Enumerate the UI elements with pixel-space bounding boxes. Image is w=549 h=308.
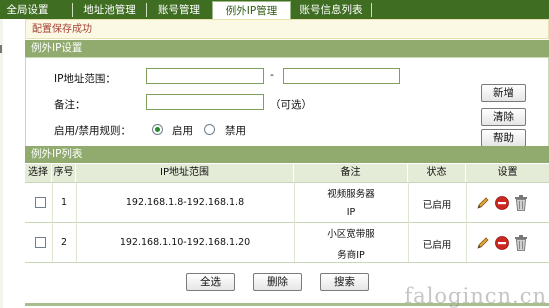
disable-label: 禁用 bbox=[225, 125, 246, 137]
disable-icon[interactable] bbox=[494, 235, 510, 251]
remark-label: 备注： bbox=[54, 99, 86, 111]
col-header-remark: 备注 bbox=[294, 164, 408, 182]
row-remark-line2: IP bbox=[346, 207, 356, 218]
column-divider bbox=[52, 182, 53, 262]
col-header-ip-range: IP地址范围 bbox=[76, 164, 294, 182]
table-bottom-border bbox=[25, 262, 549, 263]
row-ip-range: 192.168.1.10-192.168.1.20 bbox=[119, 237, 251, 248]
row-ip-range: 192.168.1.8-192.168.1.8 bbox=[125, 197, 245, 208]
column-divider bbox=[76, 182, 77, 262]
disable-icon[interactable] bbox=[494, 195, 510, 211]
edge-tick bbox=[0, 45, 2, 53]
delete-icon[interactable] bbox=[513, 194, 529, 212]
remark-input[interactable] bbox=[146, 94, 264, 110]
tab-account-management[interactable]: 账号管理 bbox=[147, 1, 211, 19]
row-remark-line1: 小区宽带服 bbox=[327, 229, 375, 240]
column-divider bbox=[466, 182, 467, 262]
row-index: 1 bbox=[60, 197, 68, 208]
row-checkbox[interactable] bbox=[35, 197, 46, 208]
tab-bar: 全局设置 地址池管理 账号管理 例外IP管理 账号信息列表 bbox=[0, 0, 549, 19]
settings-section-title: 例外IP设置 bbox=[25, 40, 549, 57]
settings-form: IP地址范围： - 备注： （可选） 启用/禁用规则： 启用 禁用 新增 清除 … bbox=[25, 57, 549, 159]
column-divider bbox=[408, 182, 409, 262]
ip-start-input[interactable] bbox=[146, 68, 264, 84]
edit-icon[interactable] bbox=[475, 235, 491, 251]
row-status: 已启用 bbox=[422, 200, 452, 211]
table-row: 2 192.168.1.10-192.168.1.20 小区宽带服 务商IP 已… bbox=[25, 222, 549, 262]
optional-hint: （可选） bbox=[270, 99, 312, 111]
row-remark-line2: 务商IP bbox=[337, 250, 365, 261]
enable-radio[interactable] bbox=[152, 124, 163, 135]
delete-icon[interactable] bbox=[513, 234, 529, 252]
left-edge bbox=[0, 19, 3, 308]
add-button[interactable]: 新增 bbox=[481, 84, 526, 102]
edit-icon[interactable] bbox=[475, 195, 491, 211]
delete-button[interactable]: 删除 bbox=[253, 273, 302, 291]
col-header-select: 选择 bbox=[25, 164, 52, 182]
tab-account-info-list[interactable]: 账号信息列表 bbox=[291, 1, 371, 19]
clear-button[interactable]: 清除 bbox=[481, 108, 526, 126]
col-header-status: 状态 bbox=[408, 164, 466, 182]
column-divider bbox=[294, 182, 295, 262]
tab-exception-ip[interactable]: 例外IP管理 bbox=[212, 1, 291, 19]
tab-address-pool[interactable]: 地址池管理 bbox=[73, 1, 146, 19]
row-status: 已启用 bbox=[422, 240, 452, 251]
ip-range-label: IP地址范围： bbox=[54, 73, 116, 85]
status-message: 配置保存成功 bbox=[25, 19, 549, 39]
enable-label: 启用 bbox=[172, 125, 193, 137]
row-remark-line1: 视频服务器 bbox=[327, 189, 375, 200]
select-all-button[interactable]: 全选 bbox=[186, 273, 235, 291]
ip-end-input[interactable] bbox=[283, 68, 400, 84]
range-dash: - bbox=[270, 68, 274, 81]
tab-separator bbox=[371, 3, 372, 17]
disable-radio[interactable] bbox=[204, 124, 215, 135]
table-row: 1 192.168.1.8-192.168.1.8 视频服务器 IP 已启用 bbox=[25, 182, 549, 222]
main-panel: 配置保存成功 例外IP设置 IP地址范围： - 备注： （可选） 启用/禁用规则… bbox=[25, 19, 549, 308]
list-section-title: 例外IP列表 bbox=[25, 146, 549, 163]
search-button[interactable]: 搜索 bbox=[320, 273, 369, 291]
watermark: falogincn.cn bbox=[404, 284, 547, 308]
row-checkbox[interactable] bbox=[35, 237, 46, 248]
rule-label: 启用/禁用规则： bbox=[54, 125, 132, 137]
col-header-settings: 设置 bbox=[466, 164, 549, 182]
row-index: 2 bbox=[60, 237, 68, 248]
tab-global-settings[interactable]: 全局设置 bbox=[0, 1, 55, 19]
col-header-index: 序号 bbox=[52, 164, 76, 182]
help-button[interactable]: 帮助 bbox=[481, 129, 526, 147]
